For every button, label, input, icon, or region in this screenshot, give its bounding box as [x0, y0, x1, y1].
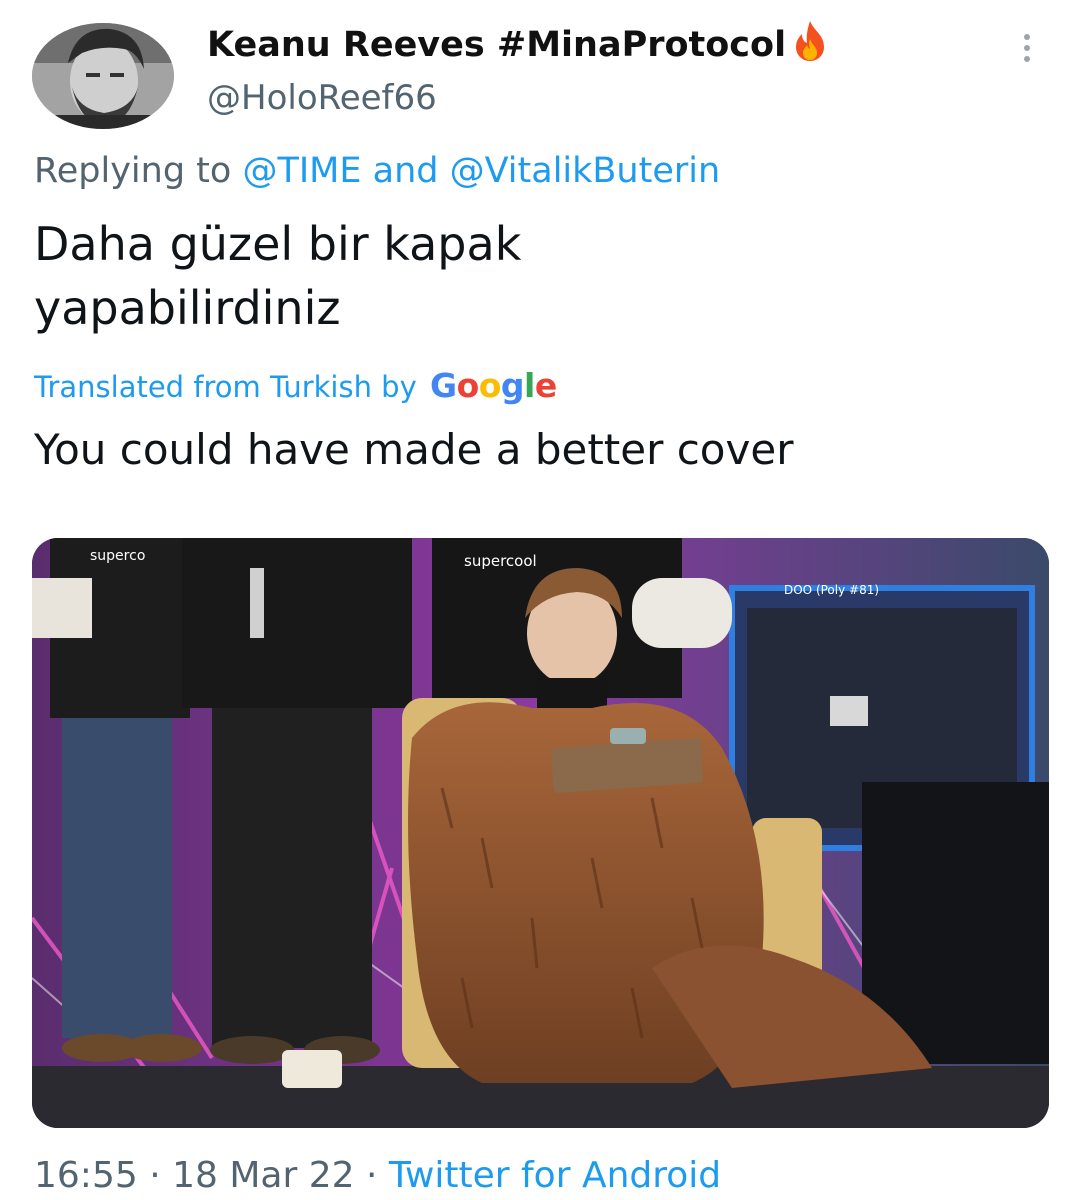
tweet-date[interactable]: 18 Mar 22: [172, 1155, 354, 1196]
google-logo: Google: [429, 366, 557, 405]
shirt-text-1: superco: [90, 548, 145, 564]
replying-joiner: and: [372, 151, 439, 191]
meta-separator-2: ·: [366, 1155, 378, 1196]
tweet-text-line-2: yapabilirdiniz: [34, 281, 341, 335]
replying-prefix: Replying to: [34, 151, 232, 191]
author-handle[interactable]: @HoloReef66: [207, 78, 437, 118]
screen-label: DOO (Poly #81): [784, 583, 879, 597]
author-name-text: Keanu Reeves #MinaProtocol: [207, 25, 787, 65]
tweet-time[interactable]: 16:55: [34, 1155, 138, 1196]
more-options-icon[interactable]: [1017, 33, 1037, 63]
fire-icon: [796, 21, 825, 61]
translated-label: Translated from Turkish by: [34, 370, 417, 404]
mention-time-link[interactable]: @TIME: [242, 151, 361, 191]
tweet-detail: Keanu Reeves #MinaProtocol @HoloReef66 R…: [0, 0, 1080, 1200]
meta-separator-1: ·: [149, 1155, 161, 1196]
tweet-photo[interactable]: DOO (Poly #81) superco supercool: [32, 538, 1049, 1128]
shirt-text-2: supercool: [464, 552, 537, 570]
translation-text: You could have made a better cover: [34, 425, 794, 474]
tweet-text-line-1: Daha güzel bir kapak: [34, 217, 522, 271]
tweet-source-link[interactable]: Twitter for Android: [389, 1155, 721, 1196]
tweet-timestamp: 16:55 · 18 Mar 22 · Twitter for Android: [34, 1155, 721, 1196]
mention-vitalik-link[interactable]: @VitalikButerin: [450, 151, 721, 191]
translated-by[interactable]: Translated from Turkish by Google: [34, 366, 557, 405]
tweet-text: Daha güzel bir kapak yapabilirdiniz: [34, 212, 1034, 340]
author-name[interactable]: Keanu Reeves #MinaProtocol: [207, 19, 832, 65]
replying-to: Replying to @TIME and @VitalikButerin: [34, 151, 720, 191]
avatar[interactable]: [32, 23, 174, 129]
